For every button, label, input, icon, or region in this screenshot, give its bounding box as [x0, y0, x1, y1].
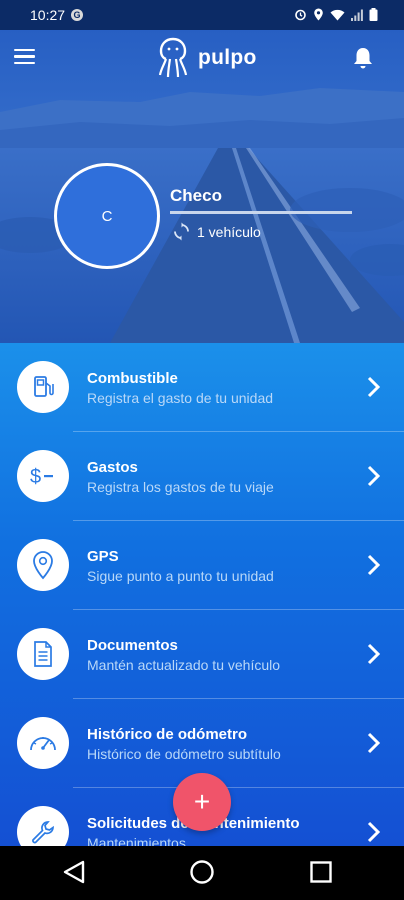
menu-item-gastos[interactable]: $ Gastos Registra los gastos de tu viaje — [0, 432, 404, 521]
add-button-label: + — [193, 786, 211, 817]
chevron-right-icon — [367, 643, 381, 665]
menu-item-combustible[interactable]: Combustible Registra el gasto de tu unid… — [0, 343, 404, 432]
app-logo: pulpo — [158, 37, 257, 79]
wrench-icon — [17, 806, 69, 846]
hamburger-menu-icon[interactable] — [14, 46, 38, 70]
bell-icon[interactable] — [352, 46, 374, 70]
alarm-icon — [295, 9, 306, 21]
menu-item-gps[interactable]: GPS Sigue punto a punto tu unidad — [0, 521, 404, 610]
vehicle-count-label: 1 vehículo — [197, 223, 261, 240]
status-time: 10:27 — [30, 7, 66, 23]
avatar-initial: C — [101, 207, 113, 225]
menu-item-subtitle: Mantén actualizado tu vehículo — [87, 657, 281, 673]
recents-icon[interactable] — [309, 859, 333, 885]
menu-item-title: GPS — [87, 548, 119, 565]
menu-item-subtitle: Histórico de odómetro subtítulo — [87, 746, 281, 762]
notification-badge: G — [71, 9, 84, 21]
menu-item-subtitle: Sigue punto a punto tu unidad — [87, 568, 274, 584]
menu-item-documentos[interactable]: Documentos Mantén actualizado tu vehícul… — [0, 610, 404, 699]
document-icon — [17, 628, 69, 680]
user-name: Checo — [170, 186, 222, 205]
name-underline — [170, 211, 352, 214]
menu-item-title: Documentos — [87, 637, 178, 654]
chevron-right-icon — [367, 732, 381, 754]
fuel-pump-icon — [17, 361, 69, 413]
chevron-right-icon — [367, 554, 381, 576]
status-icons — [294, 8, 378, 21]
chevron-right-icon — [367, 465, 381, 487]
status-bar: 10:27 G — [0, 0, 404, 30]
menu-item-title: Gastos — [87, 459, 138, 476]
dollar-minus-icon: $ — [17, 450, 69, 502]
sync-icon — [174, 222, 189, 241]
chevron-right-icon — [367, 376, 381, 398]
menu-item-subtitle: Registra los gastos de tu viaje — [87, 479, 274, 495]
add-button[interactable]: + — [173, 773, 231, 831]
app-logo-text: pulpo — [198, 46, 257, 69]
avatar[interactable]: C — [54, 163, 160, 269]
battery-icon — [369, 8, 378, 21]
home-icon[interactable] — [189, 859, 215, 885]
svg-text:$: $ — [30, 466, 41, 488]
app-bar: pulpo — [0, 30, 404, 86]
menu-item-subtitle: Mantenimientos — [87, 835, 186, 846]
vehicle-count[interactable]: 1 vehículo — [172, 222, 261, 241]
octopus-logo-icon — [158, 37, 188, 78]
signal-icon — [351, 9, 363, 21]
location-status-icon — [314, 8, 323, 21]
back-icon[interactable] — [62, 859, 86, 885]
location-pin-icon — [17, 539, 69, 591]
menu-item-subtitle: Registra el gasto de tu unidad — [87, 390, 274, 406]
menu-item-title: Histórico de odómetro — [87, 726, 248, 743]
menu-item-title: Combustible — [87, 370, 178, 387]
wifi-icon — [330, 9, 345, 20]
speedometer-icon — [17, 717, 69, 769]
system-nav-bar — [0, 846, 404, 900]
chevron-right-icon — [367, 821, 381, 843]
feature-menu: Combustible Registra el gasto de tu unid… — [0, 343, 404, 846]
